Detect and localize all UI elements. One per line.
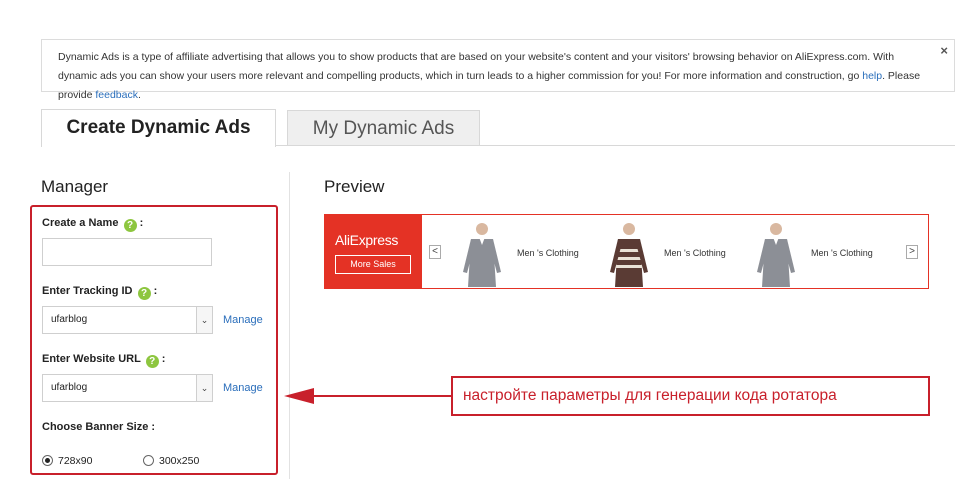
column-divider	[289, 172, 290, 479]
next-arrow-icon[interactable]: >	[906, 245, 918, 259]
tab-create-dynamic-ads[interactable]: Create Dynamic Ads	[41, 109, 276, 147]
size-300x250-radio[interactable]: 300x250	[143, 455, 199, 467]
manager-panel: Create a Name ? : Enter Tracking ID ? : …	[30, 205, 278, 475]
more-sales-button[interactable]: More Sales	[335, 255, 411, 274]
name-input[interactable]	[42, 238, 212, 266]
website-url-select[interactable]: ufarblog ⌄	[42, 374, 213, 402]
annotation-callout: настройте параметры для генерации кода р…	[451, 376, 930, 416]
feedback-link[interactable]: feedback	[95, 89, 138, 101]
manager-title: Manager	[41, 177, 109, 196]
product-label: Men 's Clothing	[811, 248, 873, 258]
help-icon[interactable]: ?	[145, 355, 159, 368]
radio-unselected-icon[interactable]	[143, 455, 154, 466]
info-notice: Dynamic Ads is a type of affiliate adver…	[41, 39, 955, 101]
preview-banner: AliExpress More Sales < Men 's Clothing …	[324, 214, 929, 289]
tracking-id-select[interactable]: ufarblog ⌄	[42, 306, 213, 334]
chevron-down-icon[interactable]: ⌄	[196, 375, 212, 401]
chevron-down-icon[interactable]: ⌄	[196, 307, 212, 333]
help-link[interactable]: help	[862, 70, 882, 82]
name-label: Create a Name ? :	[42, 217, 143, 232]
tab-bar: Create Dynamic Ads My Dynamic Ads	[41, 109, 955, 147]
name-label-text: Create a Name	[42, 217, 119, 229]
product-image	[449, 217, 515, 287]
product-label: Men 's Clothing	[517, 248, 579, 258]
product-label: Men 's Clothing	[664, 248, 726, 258]
tab-my-dynamic-ads[interactable]: My Dynamic Ads	[287, 110, 480, 145]
help-icon[interactable]: ?	[137, 287, 151, 300]
notice-text: Dynamic Ads is a type of affiliate adver…	[58, 51, 895, 82]
tracking-label-colon: :	[153, 285, 158, 297]
size-728x90-radio[interactable]: 728x90	[42, 455, 92, 467]
manage-website-link[interactable]: Manage	[223, 382, 263, 394]
annotation-arrow-head-icon	[284, 388, 314, 404]
manage-tracking-link[interactable]: Manage	[223, 314, 263, 326]
preview-title: Preview	[324, 177, 385, 196]
help-icon[interactable]: ?	[123, 219, 137, 232]
banner-size-label: Choose Banner Size :	[42, 421, 156, 433]
product-image	[596, 217, 662, 287]
radio-selected-icon[interactable]	[42, 455, 53, 466]
name-label-colon: :	[139, 217, 144, 229]
website-label-text: Enter Website URL	[42, 353, 141, 365]
website-url-value: ufarblog	[51, 382, 88, 393]
product-image	[743, 217, 809, 287]
prev-arrow-icon[interactable]: <	[429, 245, 441, 259]
size-300x250-label: 300x250	[159, 455, 200, 467]
aliexpress-brand-block[interactable]: AliExpress More Sales	[325, 215, 422, 288]
tracking-label-text: Enter Tracking ID	[42, 285, 133, 297]
size-728x90-label: 728x90	[58, 455, 93, 467]
notice-text-3: .	[137, 89, 141, 101]
website-label-colon: :	[161, 353, 166, 365]
tracking-id-value: ufarblog	[51, 314, 88, 325]
close-icon[interactable]: ×	[940, 41, 948, 60]
annotation-arrow-line	[300, 395, 452, 397]
aliexpress-logo: AliExpress	[335, 232, 399, 248]
tracking-label: Enter Tracking ID ? :	[42, 285, 157, 300]
website-label: Enter Website URL ? :	[42, 353, 165, 368]
